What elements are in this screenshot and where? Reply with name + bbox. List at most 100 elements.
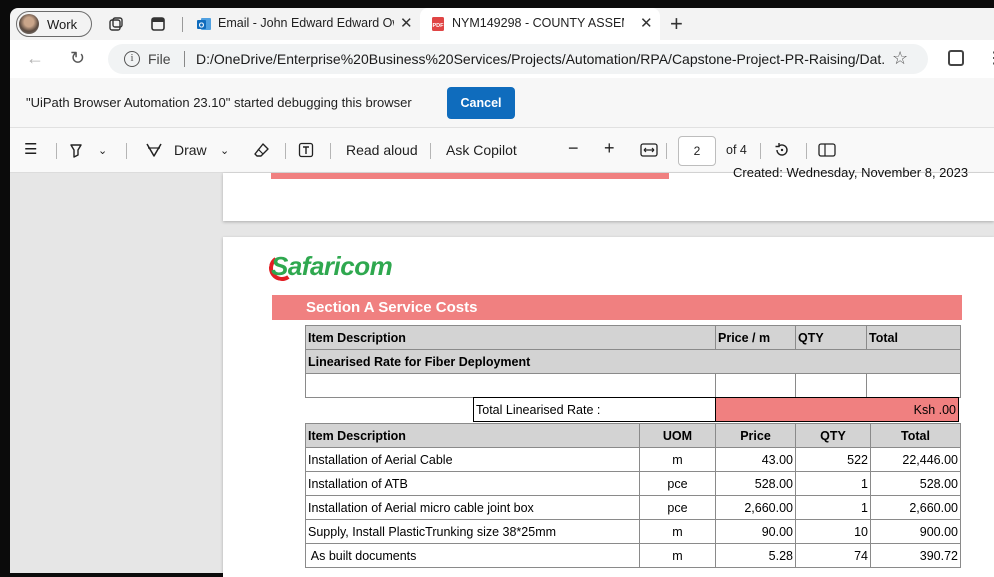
- toolbar-separator: [56, 143, 57, 159]
- table-subheader-row: Linearised Rate for Fiber Deployment: [305, 349, 961, 374]
- column-header: Item Description: [305, 423, 640, 448]
- service-items-table: Item Description UOM Price QTY Total Ins…: [305, 423, 961, 568]
- tab-strip: Work O Email - John Edward Edward Ow ✕ P…: [10, 8, 994, 40]
- column-header: Total: [870, 423, 961, 448]
- item-price: 2,660.00: [715, 495, 796, 520]
- browser-window: Work O Email - John Edward Edward Ow ✕ P…: [0, 0, 994, 577]
- cancel-button[interactable]: Cancel: [447, 87, 515, 119]
- section-title: Section A Service Costs: [306, 299, 478, 316]
- svg-text:PDF: PDF: [433, 23, 445, 29]
- info-icon[interactable]: i: [124, 51, 140, 67]
- item-total: 2,660.00: [870, 495, 961, 520]
- total-linearised-rate-value: Ksh .00: [715, 397, 959, 422]
- chevron-down-icon[interactable]: ⌄: [98, 144, 107, 157]
- draw-icon[interactable]: [146, 142, 162, 158]
- debugging-message: "UiPath Browser Automation 23.10" starte…: [26, 95, 412, 110]
- zoom-in-icon[interactable]: +: [604, 138, 615, 159]
- refresh-icon[interactable]: ↻: [70, 48, 85, 69]
- section-a-header: Section A Service Costs: [272, 295, 962, 320]
- item-total: 900.00: [870, 519, 961, 544]
- navigation-bar: ← ↻ i File D:/OneDrive/Enterprise%20Busi…: [10, 40, 994, 78]
- more-icon[interactable]: ⋮: [986, 48, 994, 68]
- page-number-input[interactable]: 2: [678, 136, 716, 166]
- toolbar-separator: [330, 143, 331, 159]
- close-tab-icon[interactable]: ✕: [640, 14, 653, 32]
- chevron-down-icon[interactable]: ⌄: [220, 144, 229, 157]
- item-total: 22,446.00: [870, 447, 961, 472]
- item-uom: m: [639, 543, 716, 568]
- item-description: Installation of Aerial micro cable joint…: [305, 495, 640, 520]
- tab-title: Email - John Edward Edward Ow: [218, 16, 394, 30]
- item-uom: m: [639, 519, 716, 544]
- total-linearised-rate-label: Total Linearised Rate :: [473, 397, 716, 422]
- new-tab-icon[interactable]: +: [670, 11, 683, 37]
- pdf-icon: PDF: [432, 17, 445, 31]
- table-header-row: Item Description UOM Price QTY Total: [305, 423, 961, 448]
- table-row: Installation of Aerial Cable m 43.00 522…: [305, 447, 961, 472]
- address-separator: [184, 51, 185, 67]
- scheme-label: File: [148, 51, 171, 67]
- svg-text:O: O: [199, 23, 205, 30]
- read-aloud-button[interactable]: Read aloud: [346, 142, 418, 158]
- back-icon[interactable]: ←: [26, 48, 44, 69]
- highlight-icon[interactable]: [68, 142, 84, 158]
- table-row: Supply, Install PlasticTrunking size 38*…: [305, 519, 961, 544]
- tab-title: NYM149298 - COUNTY ASSEMBL: [452, 16, 624, 30]
- toolbar-separator: [760, 143, 761, 159]
- eraser-icon[interactable]: [254, 142, 270, 158]
- table-row: Installation of ATB pce 528.00 1 528.00: [305, 471, 961, 496]
- item-total: 390.72: [870, 543, 961, 568]
- tab-separator: [182, 17, 183, 32]
- table-cell: [715, 373, 796, 398]
- avatar: [19, 14, 39, 34]
- zoom-out-icon[interactable]: −: [568, 138, 579, 159]
- toolbar-separator: [285, 143, 286, 159]
- rotate-icon[interactable]: [774, 142, 790, 158]
- debugging-infobar: "UiPath Browser Automation 23.10" starte…: [10, 78, 994, 128]
- draw-label[interactable]: Draw: [174, 142, 207, 158]
- favorite-star-icon[interactable]: ☆: [892, 48, 908, 69]
- item-qty: 1: [795, 471, 871, 496]
- table-row: Installation of Aerial micro cable joint…: [305, 495, 961, 520]
- address-bar[interactable]: i File D:/OneDrive/Enterprise%20Business…: [108, 44, 928, 74]
- tab-pdf[interactable]: PDF NYM149298 - COUNTY ASSEMBL ✕: [420, 8, 660, 40]
- column-header: Total: [866, 325, 961, 350]
- item-qty: 522: [795, 447, 871, 472]
- item-price: 528.00: [715, 471, 796, 496]
- column-header: QTY: [795, 423, 871, 448]
- safaricom-logo: Safaricom: [271, 251, 393, 281]
- page-view-icon[interactable]: [818, 142, 836, 158]
- ask-copilot-button[interactable]: Ask Copilot: [446, 142, 517, 158]
- table-cell: [795, 373, 867, 398]
- item-uom: pce: [639, 471, 716, 496]
- url-text[interactable]: D:/OneDrive/Enterprise%20Business%20Serv…: [196, 51, 886, 67]
- column-header: Price: [715, 423, 796, 448]
- extension-icon[interactable]: [948, 50, 964, 66]
- total-linearised-rate-table: Total Linearised Rate : Ksh .00: [473, 397, 959, 422]
- workspaces-icon[interactable]: [108, 16, 124, 32]
- toolbar-separator: [666, 143, 667, 159]
- table-cell: [866, 373, 961, 398]
- item-qty: 1: [795, 495, 871, 520]
- item-description: Installation of ATB: [305, 471, 640, 496]
- item-uom: pce: [639, 495, 716, 520]
- profile-button[interactable]: Work: [16, 11, 92, 37]
- item-price: 43.00: [715, 447, 796, 472]
- tab-actions-icon[interactable]: [150, 16, 166, 32]
- text-box-icon[interactable]: [298, 142, 314, 158]
- item-price: 5.28: [715, 543, 796, 568]
- profile-label: Work: [47, 17, 78, 32]
- column-header: UOM: [639, 423, 716, 448]
- table-row: As built documents m 5.28 74 390.72: [305, 543, 961, 568]
- column-header: Item Description: [305, 325, 716, 350]
- page-count-label: of 4: [726, 143, 747, 157]
- tab-email[interactable]: O Email - John Edward Edward Ow ✕: [186, 8, 420, 40]
- pdf-viewer[interactable]: Created: Wednesday, November 8, 2023 Saf…: [10, 165, 994, 577]
- fit-to-width-icon[interactable]: [640, 142, 658, 158]
- item-description: Supply, Install PlasticTrunking size 38*…: [305, 519, 640, 544]
- contents-icon[interactable]: ☰: [24, 140, 37, 158]
- created-date: Created: Wednesday, November 8, 2023: [733, 165, 969, 180]
- close-tab-icon[interactable]: ✕: [400, 14, 413, 32]
- table-row: [305, 373, 961, 398]
- pdf-page-2: Safaricom Section A Service Costs Item D…: [223, 237, 994, 577]
